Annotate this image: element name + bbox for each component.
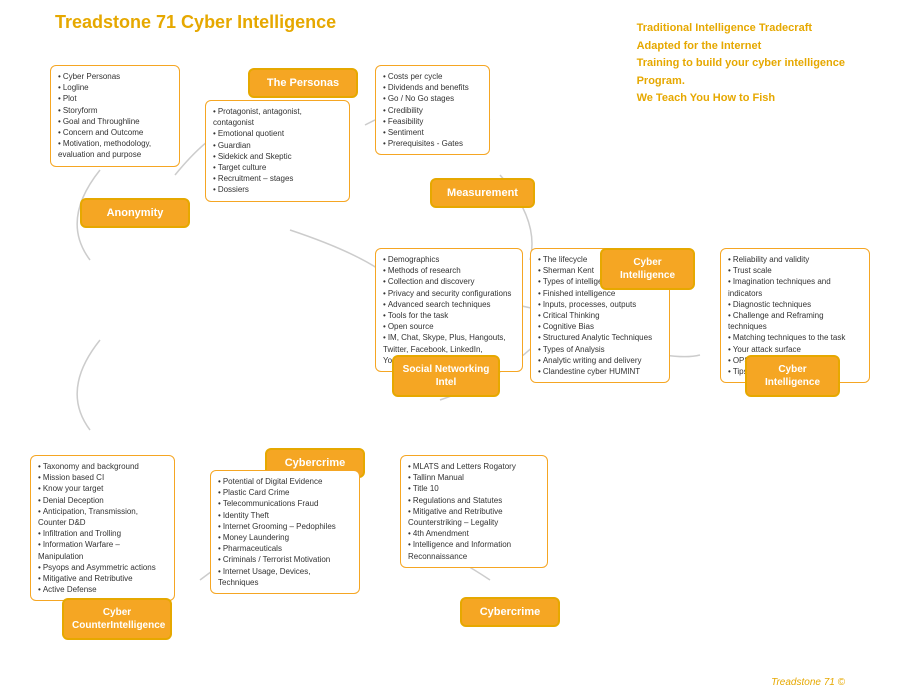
right-line-1: Traditional Intelligence Tradecraft [637,20,845,38]
cybercrime-2-label: Cybercrime [460,597,560,627]
right-line-4: Program. [637,73,845,91]
watermark: Treadstone 71 © [771,677,845,688]
cyber-intelligence-2-label: Cyber Intelligence [745,355,840,397]
cybercrime-2-content-box: MLATS and Letters Rogatory Tallinn Manua… [400,455,548,568]
measurement-content-box: Costs per cycle Dividends and benefits G… [375,65,490,155]
main-title: Treadstone 71 Cyber Intelligence [55,12,336,33]
right-text-block: Traditional Intelligence Tradecraft Adap… [637,20,845,108]
cybercrime-1-content-box: Potential of Digital Evidence Plastic Ca… [210,470,360,594]
anonymity-content-box: Cyber Personas Logline Plot Storyform Go… [50,65,180,167]
cyber-counter-intelligence-label: Cyber CounterIntelligence [62,598,172,640]
anonymity-label: Anonymity [80,198,190,228]
social-networking-intel-label: Social Networking Intel [392,355,500,397]
right-line-2: Adapted for the Internet [637,38,845,56]
social-net-content-box: Demographics Methods of research Collect… [375,248,523,372]
right-line-5: We Teach You How to Fish [637,90,845,108]
right-line-3: Training to build your cyber intelligenc… [637,55,845,73]
cyber-intelligence-1-label: Cyber Intelligence [600,248,695,290]
measurement-label: Measurement [430,178,535,208]
the-personas-label: The Personas [248,68,358,98]
cyber-counter-intel-content-box: Taxonomy and background Mission based CI… [30,455,175,601]
personas-content-box: Protagonist, antagonist, contagonist Emo… [205,100,350,202]
